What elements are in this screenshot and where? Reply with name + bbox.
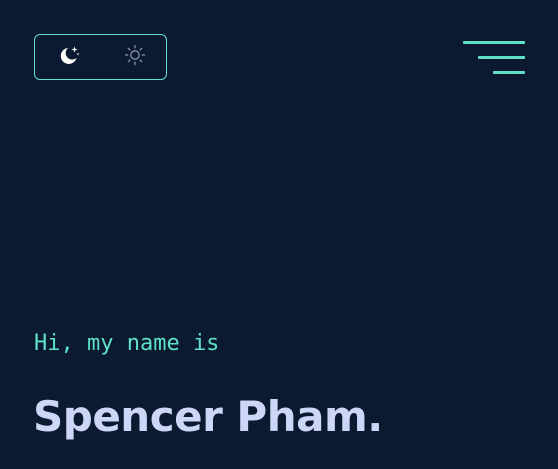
light-mode-button[interactable] bbox=[115, 35, 155, 79]
menu-button[interactable] bbox=[463, 40, 527, 76]
moon-stars-icon bbox=[57, 42, 83, 73]
menu-line-bottom bbox=[493, 71, 525, 74]
dark-mode-button[interactable] bbox=[50, 35, 90, 79]
hero-name: Spencer Pham. bbox=[33, 392, 383, 441]
menu-line-middle bbox=[478, 56, 525, 59]
hero-greeting: Hi, my name is bbox=[34, 331, 220, 356]
menu-line-top bbox=[463, 41, 525, 44]
theme-toggle bbox=[34, 34, 167, 80]
sun-icon bbox=[123, 43, 147, 72]
